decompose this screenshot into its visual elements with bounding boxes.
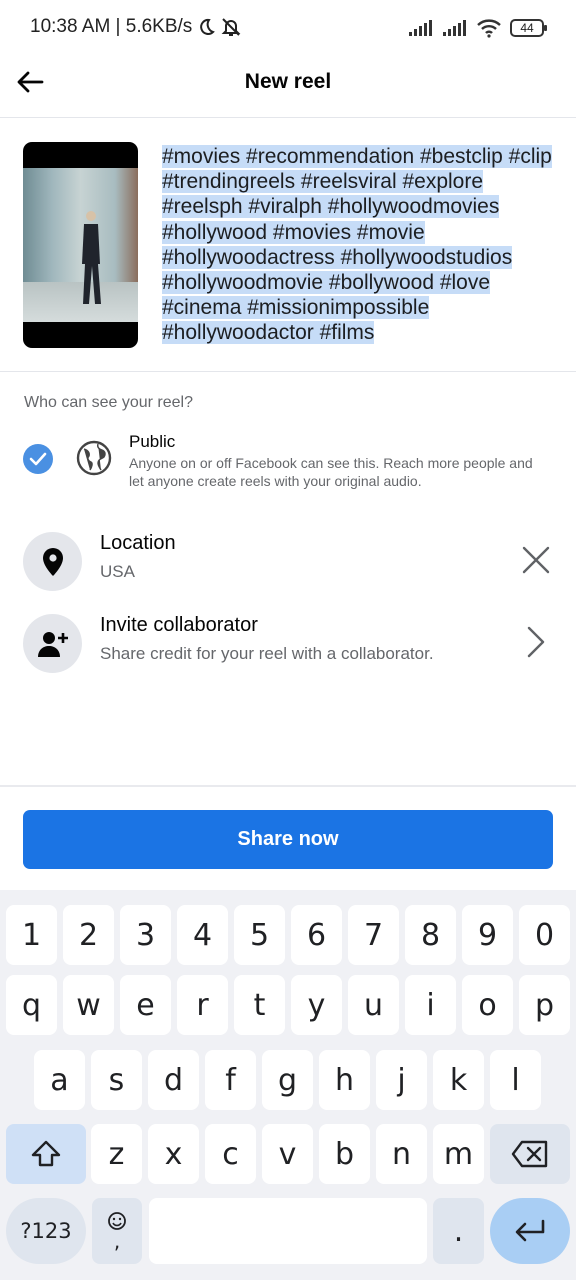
wifi-icon — [477, 19, 501, 38]
key-y[interactable]: y — [291, 975, 342, 1035]
shift-icon — [31, 1140, 61, 1167]
location-pin-icon — [23, 532, 82, 591]
key-m[interactable]: m — [433, 1124, 484, 1184]
location-value: USA — [100, 562, 135, 581]
close-icon — [522, 546, 550, 574]
key-w[interactable]: w — [63, 975, 114, 1035]
status-time-speed: 10:38 AM | 5.6KB/s — [30, 16, 193, 37]
location-row[interactable]: Location USA — [0, 530, 576, 600]
signal-icon — [409, 20, 432, 36]
person-figure — [82, 211, 101, 304]
key-t[interactable]: t — [234, 975, 285, 1035]
caption-line: #hollywood #movies #movie — [162, 220, 425, 244]
period-key[interactable]: . — [433, 1198, 484, 1264]
status-left: 10:38 AM | 5.6KB/s — [30, 16, 242, 38]
caption-line: #movies #recommendation #bestclip #clip — [162, 145, 552, 168]
backspace-icon — [511, 1140, 548, 1168]
add-person-icon — [23, 614, 82, 673]
thumbnail-image — [23, 168, 138, 322]
keyboard: 1 2 3 4 5 6 7 8 9 0 q w e r t y u i o p … — [0, 890, 576, 1280]
status-right: 44 — [408, 18, 547, 38]
caption-line: #cinema #missionimpossible — [162, 296, 430, 320]
backspace-key[interactable] — [490, 1124, 570, 1184]
key-v[interactable]: v — [262, 1124, 313, 1184]
enter-icon — [515, 1219, 545, 1242]
key-q[interactable]: q — [6, 975, 57, 1035]
key-o[interactable]: o — [462, 975, 513, 1035]
caption-input[interactable]: #movies #recommendation #bestclip #clip … — [162, 144, 572, 346]
battery-icon: 44 — [510, 19, 547, 37]
check-icon[interactable] — [23, 444, 53, 474]
key-6[interactable]: 6 — [291, 905, 342, 965]
reel-thumbnail[interactable] — [23, 142, 138, 348]
collaborator-chevron[interactable] — [520, 624, 552, 660]
key-c[interactable]: c — [205, 1124, 256, 1184]
moon-icon — [200, 18, 216, 35]
composer: #movies #recommendation #bestclip #clip … — [0, 118, 576, 372]
location-title: Location — [100, 532, 176, 554]
collaborator-description: Share credit for your reel with a collab… — [100, 644, 434, 663]
key-r[interactable]: r — [177, 975, 228, 1035]
key-8[interactable]: 8 — [405, 905, 456, 965]
key-a[interactable]: a — [34, 1050, 85, 1110]
key-2[interactable]: 2 — [63, 905, 114, 965]
divider — [0, 785, 576, 787]
smiley-icon — [108, 1212, 126, 1230]
key-k[interactable]: k — [433, 1050, 484, 1110]
key-i[interactable]: i — [405, 975, 456, 1035]
key-7[interactable]: 7 — [348, 905, 399, 965]
key-g[interactable]: g — [262, 1050, 313, 1110]
globe-icon — [76, 440, 112, 476]
space-key[interactable] — [149, 1198, 427, 1264]
key-1[interactable]: 1 — [6, 905, 57, 965]
signal-icon — [443, 20, 466, 36]
caption-line: #reelsph #viralph #hollywoodmovies — [162, 195, 500, 219]
page-title: New reel — [244, 70, 332, 93]
enter-key[interactable] — [490, 1198, 570, 1264]
visibility-heading: Who can see your reel? — [24, 394, 193, 411]
key-x[interactable]: x — [148, 1124, 199, 1184]
comma-label: , — [113, 1229, 121, 1253]
key-u[interactable]: u — [348, 975, 399, 1035]
key-3[interactable]: 3 — [120, 905, 171, 965]
caption-line: #hollywoodmovie #bollywood #love — [162, 271, 491, 295]
key-0[interactable]: 0 — [519, 905, 570, 965]
caption-line: #trendingreels #reelsviral #explore — [162, 170, 484, 194]
status-bar: 10:38 AM | 5.6KB/s 44 — [0, 0, 576, 56]
key-5[interactable]: 5 — [234, 905, 285, 965]
key-p[interactable]: p — [519, 975, 570, 1035]
key-f[interactable]: f — [205, 1050, 256, 1110]
collaborator-title: Invite collaborator — [100, 614, 258, 636]
invite-collaborator-row[interactable]: Invite collaborator Share credit for you… — [0, 612, 576, 682]
key-z[interactable]: z — [91, 1124, 142, 1184]
share-now-button[interactable]: Share now — [23, 810, 553, 869]
chevron-right-icon — [527, 626, 545, 658]
bell-off-icon — [221, 18, 241, 36]
key-d[interactable]: d — [148, 1050, 199, 1110]
remove-location-button[interactable] — [520, 542, 552, 578]
key-b[interactable]: b — [319, 1124, 370, 1184]
key-4[interactable]: 4 — [177, 905, 228, 965]
symbols-key[interactable]: ?123 — [6, 1198, 86, 1264]
key-l[interactable]: l — [490, 1050, 541, 1110]
key-e[interactable]: e — [120, 975, 171, 1035]
key-j[interactable]: j — [376, 1050, 427, 1110]
caption-line: #hollywoodactress #hollywoodstudios — [162, 245, 513, 269]
key-n[interactable]: n — [376, 1124, 427, 1184]
caption-line: #hollywoodactor #films — [162, 321, 375, 345]
public-description: Anyone on or off Facebook can see this. … — [129, 455, 533, 489]
key-h[interactable]: h — [319, 1050, 370, 1110]
key-s[interactable]: s — [91, 1050, 142, 1110]
emoji-comma-key[interactable]: , — [92, 1198, 142, 1264]
public-title: Public — [129, 432, 176, 451]
audience-public-option[interactable]: Public Anyone on or off Facebook can see… — [0, 428, 576, 498]
shift-key[interactable] — [6, 1124, 86, 1184]
header: New reel — [0, 56, 576, 118]
key-9[interactable]: 9 — [462, 905, 513, 965]
